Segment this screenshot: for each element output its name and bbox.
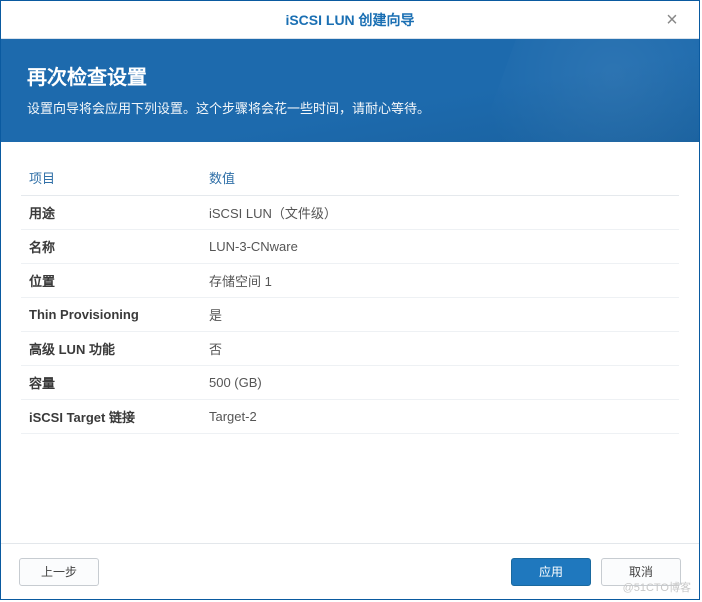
content-area: 项目 数值 用途 iSCSI LUN（文件级） 名称 LUN-3-CNware … — [1, 142, 699, 537]
cell-val: 存储空间 1 — [201, 264, 679, 298]
back-button[interactable]: 上一步 — [19, 558, 99, 586]
table-row: iSCSI Target 链接 Target-2 — [21, 400, 679, 434]
cell-key: 容量 — [21, 366, 201, 400]
cell-key: 用途 — [21, 196, 201, 230]
titlebar: iSCSI LUN 创建向导 × — [1, 1, 699, 39]
apply-button[interactable]: 应用 — [511, 558, 591, 586]
table-row: 高级 LUN 功能 否 — [21, 332, 679, 366]
banner: 再次检查设置 设置向导将会应用下列设置。这个步骤将会花一些时间，请耐心等待。 — [1, 39, 699, 142]
cell-key: 名称 — [21, 230, 201, 264]
table-row: 位置 存储空间 1 — [21, 264, 679, 298]
footer: 上一步 应用 取消 — [1, 543, 699, 599]
cell-key: 高级 LUN 功能 — [21, 332, 201, 366]
cell-key: iSCSI Target 链接 — [21, 400, 201, 434]
wizard-dialog: iSCSI LUN 创建向导 × 再次检查设置 设置向导将会应用下列设置。这个步… — [0, 0, 700, 600]
cell-key: Thin Provisioning — [21, 298, 201, 332]
settings-table: 项目 数值 用途 iSCSI LUN（文件级） 名称 LUN-3-CNware … — [21, 160, 679, 434]
col-header-key: 项目 — [21, 160, 201, 196]
table-row: Thin Provisioning 是 — [21, 298, 679, 332]
banner-heading: 再次检查设置 — [27, 61, 673, 90]
col-header-val: 数值 — [201, 160, 679, 196]
cell-val: Target-2 — [201, 400, 679, 434]
table-row: 容量 500 (GB) — [21, 366, 679, 400]
dialog-title: iSCSI LUN 创建向导 — [285, 10, 414, 30]
table-row: 用途 iSCSI LUN（文件级） — [21, 196, 679, 230]
cell-val: 否 — [201, 332, 679, 366]
cell-val: 是 — [201, 298, 679, 332]
cell-val: 500 (GB) — [201, 366, 679, 400]
close-icon[interactable]: × — [657, 1, 687, 39]
banner-subheading: 设置向导将会应用下列设置。这个步骤将会花一些时间，请耐心等待。 — [27, 98, 673, 117]
cell-val: iSCSI LUN（文件级） — [201, 196, 679, 230]
table-row: 名称 LUN-3-CNware — [21, 230, 679, 264]
cancel-button[interactable]: 取消 — [601, 558, 681, 586]
cell-val: LUN-3-CNware — [201, 230, 679, 264]
cell-key: 位置 — [21, 264, 201, 298]
